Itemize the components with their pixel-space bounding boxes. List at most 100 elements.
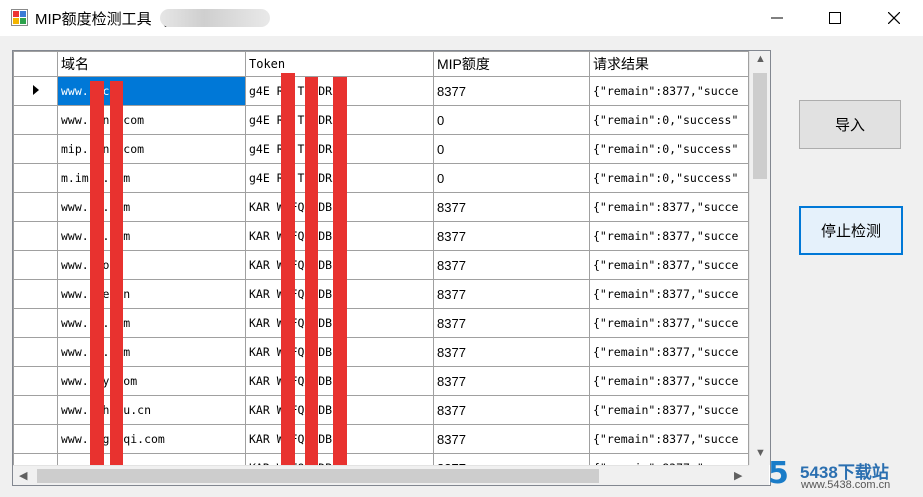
- row-header[interactable]: [13, 395, 58, 425]
- row-header[interactable]: [13, 424, 58, 454]
- scroll-corner: [749, 465, 769, 485]
- table-row[interactable]: www. comKAR W FQ lDB8377{"remain":8377,"…: [13, 250, 749, 280]
- redaction-bar: [333, 77, 347, 485]
- cell-domain[interactable]: www. n.com: [57, 192, 246, 222]
- cell-result[interactable]: {"remain":8377,"succe: [589, 308, 749, 338]
- cell-result[interactable]: {"remain":8377,"succe: [589, 337, 749, 367]
- table-row[interactable]: www. ang.comg4E RF Tg DRx0{"remain":0,"s…: [13, 105, 749, 135]
- column-header-domain[interactable]: 域名: [57, 51, 246, 77]
- cell-quota[interactable]: 8377: [433, 192, 590, 222]
- minimize-button[interactable]: [748, 0, 806, 36]
- cell-result[interactable]: {"remain":8377,"succe: [589, 192, 749, 222]
- row-header[interactable]: [13, 76, 58, 106]
- column-header-token[interactable]: Token: [245, 51, 434, 77]
- scroll-right-icon[interactable]: ▶: [734, 469, 742, 482]
- import-button[interactable]: 导入: [799, 100, 901, 149]
- row-header[interactable]: [13, 366, 58, 396]
- cell-quota[interactable]: 8377: [433, 366, 590, 396]
- scroll-left-icon[interactable]: ◀: [19, 469, 27, 482]
- horizontal-scroll-thumb[interactable]: [37, 469, 599, 483]
- cell-result[interactable]: {"remain":8377,"succe: [589, 250, 749, 280]
- redaction-bar: [110, 81, 123, 485]
- row-header[interactable]: [13, 279, 58, 309]
- cell-result[interactable]: {"remain":0,"success": [589, 105, 749, 135]
- scroll-down-icon[interactable]: ▼: [755, 447, 766, 459]
- table-row[interactable]: www. l.comKAR W FQ lDB8377{"remain":8377…: [13, 308, 749, 338]
- cell-quota[interactable]: 8377: [433, 76, 590, 106]
- cell-domain[interactable]: www. .com: [57, 76, 246, 106]
- cell-domain[interactable]: www. v.com: [57, 221, 246, 251]
- cell-domain[interactable]: www. hy.com: [57, 366, 246, 396]
- minimize-icon: [771, 17, 783, 19]
- row-header[interactable]: [13, 337, 58, 367]
- table-row[interactable]: mip. ang.comg4E RF Tg DRx0{"remain":0,"s…: [13, 134, 749, 164]
- cell-domain[interactable]: www. ang.com: [57, 105, 246, 135]
- close-button[interactable]: [865, 0, 923, 36]
- cell-domain[interactable]: www. le.cn: [57, 279, 246, 309]
- current-row-arrow-icon: [32, 85, 39, 95]
- cell-result[interactable]: {"remain":0,"success": [589, 163, 749, 193]
- cell-result[interactable]: {"remain":8377,"succe: [589, 395, 749, 425]
- horizontal-scrollbar[interactable]: ◀ ▶: [13, 465, 749, 485]
- cell-quota[interactable]: 0: [433, 163, 590, 193]
- table-row[interactable]: www. hy.comKAR W FQ lDB8377{"remain":837…: [13, 366, 749, 396]
- row-header[interactable]: [13, 134, 58, 164]
- column-header-result[interactable]: 请求结果: [589, 51, 749, 77]
- stop-detection-button[interactable]: 停止检测: [799, 206, 903, 255]
- window-title: MIP额度检测工具(: [35, 11, 167, 28]
- cell-domain[interactable]: www. com: [57, 250, 246, 280]
- cell-result[interactable]: {"remain":0,"success": [589, 134, 749, 164]
- maximize-icon: [829, 12, 841, 24]
- redaction-bar: [305, 77, 318, 485]
- cell-quota[interactable]: 8377: [433, 308, 590, 338]
- cell-quota[interactable]: 8377: [433, 337, 590, 367]
- cell-result[interactable]: {"remain":8377,"succe: [589, 279, 749, 309]
- table-row[interactable]: www. ngyiqi.comKAR W FQ lDB8377{"remain"…: [13, 424, 749, 454]
- data-grid[interactable]: 域名 Token MIP额度 请求结果 www. .comg4E RF Tg D…: [12, 50, 771, 486]
- cell-quota[interactable]: 8377: [433, 424, 590, 454]
- redaction-bar: [90, 81, 104, 485]
- cell-quota[interactable]: 8377: [433, 279, 590, 309]
- cell-result[interactable]: {"remain":8377,"succe: [589, 76, 749, 106]
- cell-result[interactable]: {"remain":8377,"succe: [589, 221, 749, 251]
- grid-table: 域名 Token MIP额度 请求结果 www. .comg4E RF Tg D…: [13, 51, 749, 483]
- watermark-logo-icon: 5: [768, 456, 789, 491]
- scroll-up-icon[interactable]: ▲: [755, 53, 766, 65]
- table-row[interactable]: www. n.comKAR W FQ lDB8377{"remain":8377…: [13, 192, 749, 222]
- cell-domain[interactable]: m.im g.com: [57, 163, 246, 193]
- cell-quota[interactable]: 8377: [433, 221, 590, 251]
- cell-domain[interactable]: www. shifu.cn: [57, 395, 246, 425]
- row-header[interactable]: [13, 163, 58, 193]
- table-row[interactable]: www. v.comKAR W FQ lDB8377{"remain":8377…: [13, 221, 749, 251]
- close-icon: [888, 12, 900, 24]
- row-header[interactable]: [13, 221, 58, 251]
- corner-header: [13, 51, 58, 77]
- table-row[interactable]: www. shifu.cnKAR W FQ lDB8377{"remain":8…: [13, 395, 749, 425]
- cell-quota[interactable]: 0: [433, 105, 590, 135]
- cell-domain[interactable]: www. s.com: [57, 337, 246, 367]
- maximize-button[interactable]: [806, 0, 864, 36]
- cell-domain[interactable]: mip. ang.com: [57, 134, 246, 164]
- title-bar: MIP额度检测工具(: [0, 0, 923, 36]
- row-header[interactable]: [13, 105, 58, 135]
- table-row[interactable]: www. .comg4E RF Tg DRx8377{"remain":8377…: [13, 76, 749, 106]
- cell-result[interactable]: {"remain":8377,"succe: [589, 366, 749, 396]
- vertical-scroll-thumb[interactable]: [753, 73, 767, 179]
- app-icon: [11, 9, 28, 26]
- column-header-quota[interactable]: MIP额度: [433, 51, 590, 77]
- title-blur: [160, 9, 270, 27]
- table-row[interactable]: www. s.comKAR W FQ lDB8377{"remain":8377…: [13, 337, 749, 367]
- cell-domain[interactable]: www. ngyiqi.com: [57, 424, 246, 454]
- row-header[interactable]: [13, 250, 58, 280]
- watermark-url: www.5438.com.cn: [801, 479, 891, 491]
- table-row[interactable]: www. le.cnKAR W FQ lDB8377{"remain":8377…: [13, 279, 749, 309]
- cell-quota[interactable]: 0: [433, 134, 590, 164]
- cell-result[interactable]: {"remain":8377,"succe: [589, 424, 749, 454]
- cell-quota[interactable]: 8377: [433, 395, 590, 425]
- row-header[interactable]: [13, 192, 58, 222]
- vertical-scrollbar[interactable]: ▲ ▼: [749, 51, 770, 465]
- table-row[interactable]: m.im g.comg4E RF Tg DRx0{"remain":0,"suc…: [13, 163, 749, 193]
- cell-quota[interactable]: 8377: [433, 250, 590, 280]
- row-header[interactable]: [13, 308, 58, 338]
- cell-domain[interactable]: www. l.com: [57, 308, 246, 338]
